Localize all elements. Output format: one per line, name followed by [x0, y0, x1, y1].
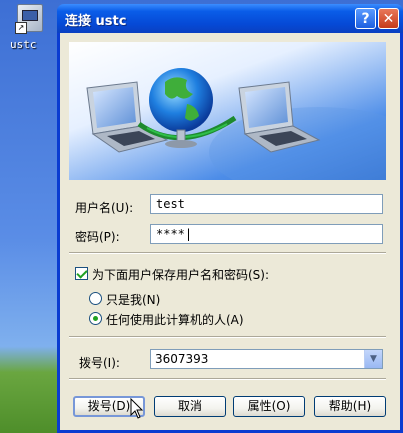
shortcut-arrow-icon: ↗ [15, 22, 27, 34]
mouse-pointer-icon [130, 398, 144, 419]
dial-number-value: 3607393 [155, 352, 209, 366]
divider [69, 378, 386, 380]
network-connection-icon: ↗ [15, 4, 43, 34]
radio-only-me-label: 只是我(N) [106, 293, 161, 307]
divider [69, 336, 386, 338]
dialog-body: 用户名(U): test 密码(P): ****| 为下面用户保存用户名和密码(… [60, 33, 400, 430]
connect-dialog: 连接 ustc ? ✕ 用户名(U): test 密码(P): ****| 为下… [57, 4, 403, 433]
username-label: 用户名(U): [75, 201, 134, 215]
connection-banner-image [69, 42, 386, 180]
cancel-button[interactable]: 取消 [154, 396, 226, 417]
help-button[interactable]: 帮助(H) [314, 396, 386, 417]
radio-anyone-label: 任何使用此计算机的人(A) [106, 313, 244, 327]
window-title: 连接 ustc [65, 14, 127, 29]
dial-number-combobox[interactable]: 3607393 ▼ [150, 349, 383, 369]
dial-number-label: 拨号(I): [79, 356, 120, 370]
username-input[interactable]: test [150, 194, 383, 214]
radio-only-me[interactable] [89, 292, 102, 305]
save-credentials-label: 为下面用户保存用户名和密码(S): [92, 268, 270, 282]
help-icon: ? [361, 11, 370, 27]
network-globe-illustration [86, 68, 386, 180]
properties-button[interactable]: 属性(O) [233, 396, 305, 417]
chevron-down-icon[interactable]: ▼ [364, 350, 382, 368]
desktop-icon-label: ustc [10, 38, 37, 51]
help-title-button[interactable]: ? [355, 8, 376, 29]
save-credentials-checkbox[interactable] [75, 267, 88, 280]
close-button[interactable]: ✕ [378, 8, 399, 29]
divider [69, 252, 386, 254]
title-bar[interactable]: 连接 ustc ? ✕ [57, 4, 403, 33]
radio-anyone[interactable] [89, 312, 102, 325]
desktop-shortcut-ustc[interactable]: ↗ ustc [10, 4, 50, 51]
password-input[interactable]: ****| [150, 224, 383, 244]
password-label: 密码(P): [75, 230, 120, 244]
close-icon: ✕ [382, 11, 395, 27]
